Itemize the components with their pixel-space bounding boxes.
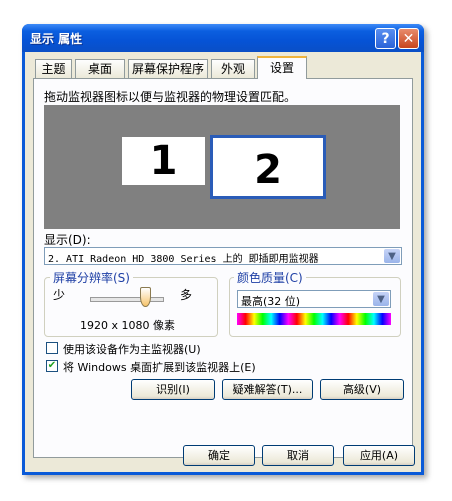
display-label: 显示(D): [44, 233, 91, 247]
troubleshoot-button[interactable]: 疑难解答(T)... [222, 379, 313, 400]
color-quality-select[interactable]: 最高(32 位) ▼ [237, 290, 391, 308]
monitor-2-icon[interactable]: 2 [210, 135, 326, 199]
primary-monitor-label: 使用该设备作为主监视器(U) [63, 343, 201, 356]
display-select-value: 2. ATI Radeon HD 3800 Series 上的 即插即用监视器 [48, 254, 319, 265]
cancel-button[interactable]: 取消 [262, 445, 334, 466]
advanced-button[interactable]: 高级(V) [320, 379, 404, 400]
monitor-1-icon[interactable]: 1 [122, 137, 205, 185]
close-icon[interactable]: ✕ [398, 28, 419, 49]
tab-screensaver[interactable]: 屏幕保护程序 [128, 59, 208, 78]
color-quality-value: 最高(32 位) [241, 295, 301, 308]
resolution-group-label: 屏幕分辨率(S) [50, 269, 133, 286]
primary-monitor-checkbox[interactable] [46, 342, 58, 354]
chevron-down-icon[interactable]: ▼ [384, 249, 400, 263]
color-quality-group-label: 颜色质量(C) [234, 269, 306, 286]
color-spectrum-bar [237, 313, 391, 325]
resolution-slider-track[interactable] [90, 297, 164, 302]
chevron-down-icon[interactable]: ▼ [373, 292, 389, 306]
tab-settings[interactable]: 设置 [257, 56, 307, 79]
resolution-more-label: 多 [180, 288, 193, 302]
display-select[interactable]: 2. ATI Radeon HD 3800 Series 上的 即插即用监视器 … [44, 247, 402, 265]
resolution-less-label: 少 [53, 288, 66, 302]
extend-desktop-label: 将 Windows 桌面扩展到该监视器上(E) [63, 361, 256, 374]
ok-button[interactable]: 确定 [183, 445, 255, 466]
resolution-value: 1920 x 1080 像素 [80, 319, 175, 332]
instruction-text: 拖动监视器图标以便与监视器的物理设置匹配。 [44, 90, 297, 104]
identify-button[interactable]: 识别(I) [131, 379, 215, 400]
apply-button[interactable]: 应用(A) [343, 445, 415, 466]
tab-themes[interactable]: 主题 [35, 59, 72, 78]
title-bar[interactable]: 显示 属性 ? ✕ [22, 24, 424, 52]
tab-desktop[interactable]: 桌面 [75, 59, 125, 78]
extend-desktop-checkbox[interactable]: ✔ [46, 360, 58, 372]
window-title: 显示 属性 [30, 32, 83, 46]
resolution-slider-thumb[interactable] [140, 287, 151, 307]
tab-appearance[interactable]: 外观 [211, 59, 255, 78]
help-button[interactable]: ? [375, 28, 396, 49]
